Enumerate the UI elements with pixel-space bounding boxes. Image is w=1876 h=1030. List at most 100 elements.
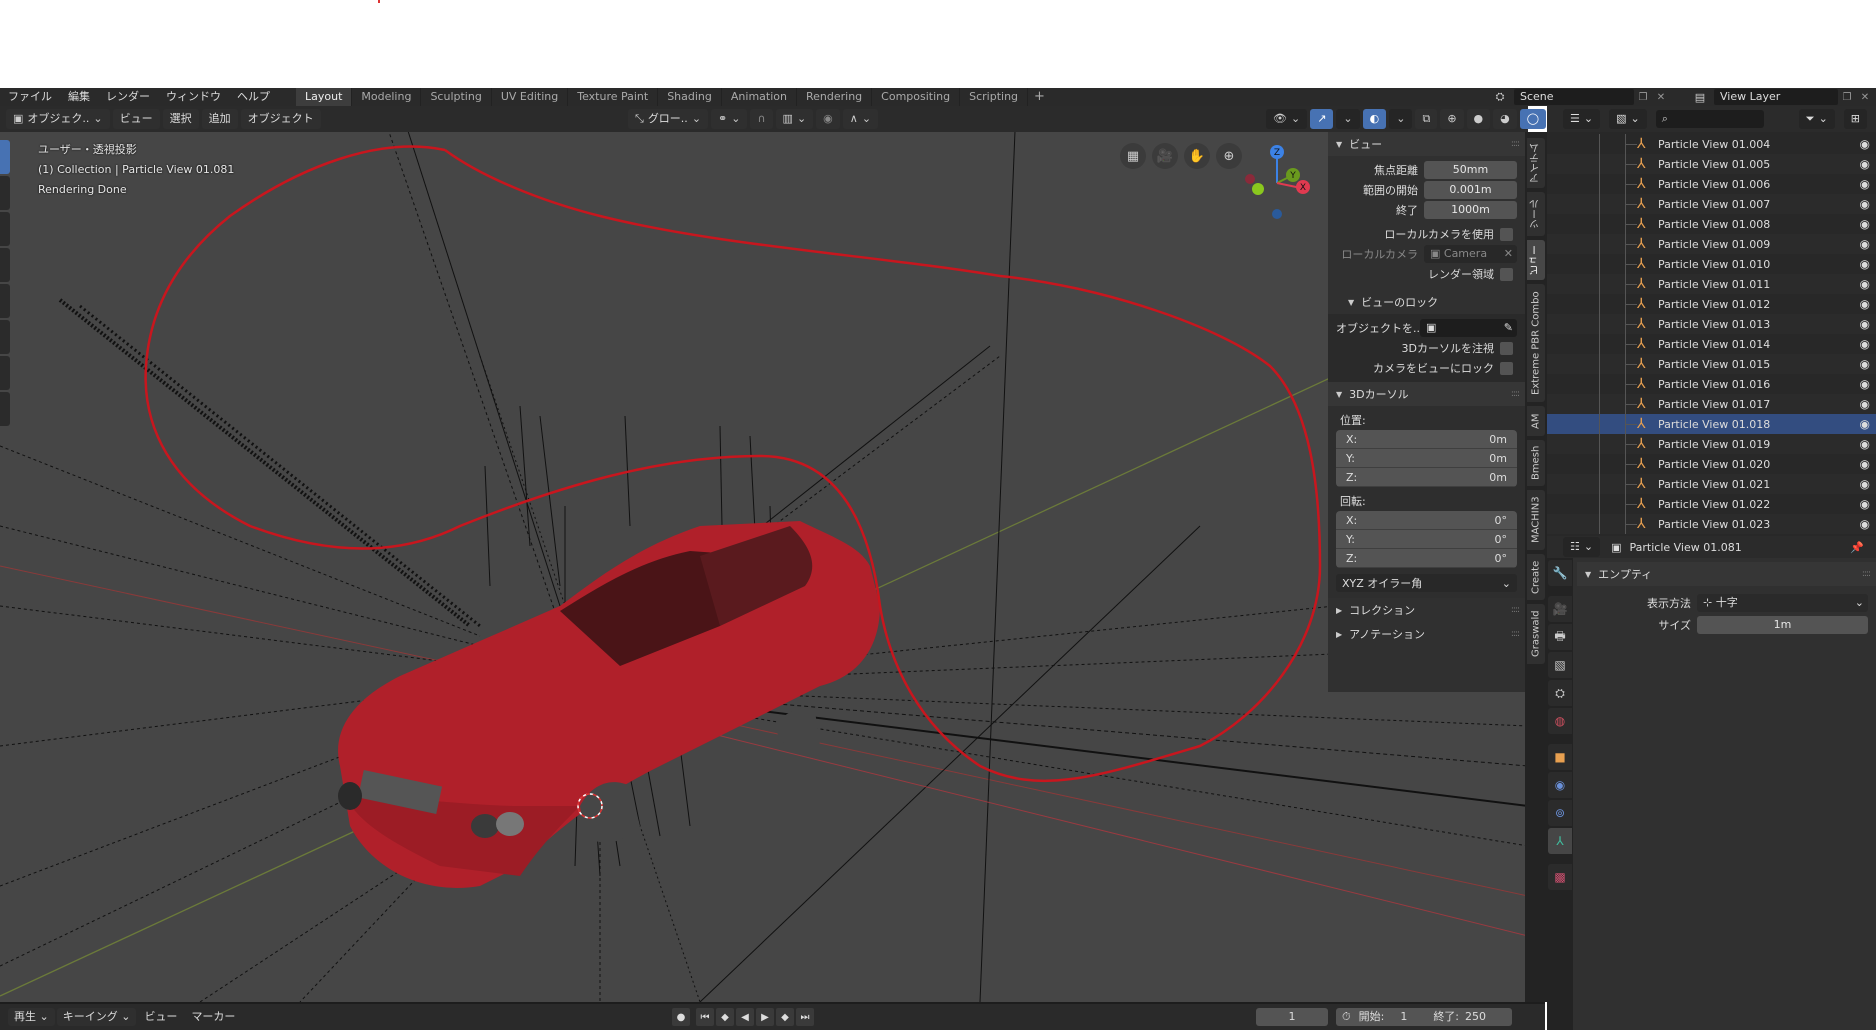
object-tab[interactable]: ■: [1548, 744, 1572, 770]
outliner-row[interactable]: ⅄ Particle View 01.005 ◉: [1547, 154, 1876, 174]
eye-icon[interactable]: ◉: [1860, 377, 1870, 391]
eye-icon[interactable]: ◉: [1860, 417, 1870, 431]
outliner-row[interactable]: ⅄ Particle View 01.017 ◉: [1547, 394, 1876, 414]
pin-icon[interactable]: 📌: [1850, 541, 1864, 554]
rotation-mode-dropdown[interactable]: XYZ オイラー角 ⌄: [1336, 574, 1517, 592]
side-tab-item[interactable]: アイテム: [1527, 138, 1545, 188]
drag-grip-icon[interactable]: ::::: [1511, 389, 1520, 399]
clip-start-field[interactable]: 0.001m: [1424, 181, 1517, 199]
tab-shading[interactable]: Shading: [658, 88, 722, 106]
eye-icon[interactable]: ◉: [1860, 337, 1870, 351]
tab-sculpting[interactable]: Sculpting: [421, 88, 492, 106]
tab-compositing[interactable]: Compositing: [872, 88, 961, 106]
next-keyframe-icon[interactable]: ◆: [776, 1008, 794, 1026]
size-field[interactable]: 1m: [1697, 616, 1868, 634]
pan-hand-icon[interactable]: ✋: [1184, 143, 1210, 169]
falloff-dropdown[interactable]: ∧ ⌄: [842, 109, 879, 129]
tool-annotate[interactable]: [0, 356, 10, 390]
location-x-field[interactable]: X: 0m: [1336, 430, 1517, 449]
clear-icon[interactable]: ✕: [1504, 245, 1513, 263]
lock-cursor-checkbox[interactable]: [1500, 341, 1513, 355]
view-lock-header[interactable]: ▼ ビューのロック: [1328, 290, 1525, 314]
outliner-row[interactable]: ⅄ Particle View 01.011 ◉: [1547, 274, 1876, 294]
menu-render[interactable]: レンダー: [98, 88, 158, 106]
filter-view-dropdown[interactable]: ▧ ⌄: [1609, 109, 1647, 129]
pivot-point-dropdown[interactable]: ⚭ ⌄: [711, 109, 748, 129]
clip-end-field[interactable]: 1000m: [1424, 201, 1517, 219]
menu-edit[interactable]: 編集: [60, 88, 98, 106]
tab-rendering[interactable]: Rendering: [796, 88, 873, 106]
outliner-row[interactable]: ⅄ Particle View 01.012 ◉: [1547, 294, 1876, 314]
menu-window[interactable]: ウィンドウ: [158, 88, 229, 106]
object-data-tab[interactable]: ⅄: [1548, 828, 1572, 854]
new-scene-icon[interactable]: ❐: [1634, 89, 1652, 105]
eyedropper-icon[interactable]: ✎: [1504, 319, 1513, 337]
outliner-row[interactable]: ⅄ Particle View 01.014 ◉: [1547, 334, 1876, 354]
camera-view-icon[interactable]: 🎥: [1152, 143, 1178, 169]
overlay-toggle[interactable]: ◐: [1362, 109, 1387, 129]
constraints-tab[interactable]: ⊚: [1548, 800, 1572, 826]
outliner-row[interactable]: ⅄ Particle View 01.013 ◉: [1547, 314, 1876, 334]
side-tab-am[interactable]: AM: [1527, 406, 1545, 436]
world-tab[interactable]: ◍: [1548, 708, 1572, 734]
solid-shading-button[interactable]: ●: [1466, 109, 1491, 129]
add-workspace-button[interactable]: +: [1028, 88, 1051, 106]
outliner-row[interactable]: ⅄ Particle View 01.020 ◉: [1547, 454, 1876, 474]
eye-icon[interactable]: ◉: [1860, 277, 1870, 291]
display-as-dropdown[interactable]: ⊹ 十字 ⌄: [1697, 594, 1868, 612]
side-tab-view[interactable]: ビュー: [1527, 240, 1545, 280]
eye-icon[interactable]: ◉: [1860, 517, 1870, 531]
xray-toggle[interactable]: ⧉: [1415, 109, 1438, 129]
3d-viewport[interactable]: [0, 106, 1528, 1002]
menu-view[interactable]: ビュー: [112, 109, 160, 129]
empty-panel-header[interactable]: ▼ エンプティ::::: [1577, 562, 1876, 586]
eye-icon[interactable]: ◉: [1860, 177, 1870, 191]
render-tab[interactable]: 🎥: [1548, 596, 1572, 622]
eye-icon[interactable]: ◉: [1860, 217, 1870, 231]
timeline-view-menu[interactable]: ビュー: [138, 1008, 183, 1026]
eye-icon[interactable]: ◉: [1860, 317, 1870, 331]
mode-selector[interactable]: ▣ オブジェク.. ⌄: [6, 109, 110, 129]
tool-move[interactable]: [0, 212, 10, 246]
outliner-row[interactable]: ⅄ Particle View 01.006 ◉: [1547, 174, 1876, 194]
view-panel-header[interactable]: ▼ ビュー::::: [1328, 132, 1525, 156]
rendered-shading-button[interactable]: ◯: [1519, 109, 1547, 129]
outliner-search-input[interactable]: ⌕: [1655, 110, 1764, 128]
snap-toggle[interactable]: ∩: [750, 109, 773, 129]
menu-help[interactable]: ヘルプ: [229, 88, 278, 106]
tool-scale[interactable]: [0, 284, 10, 318]
rotation-y-field[interactable]: Y: 0°: [1336, 530, 1517, 549]
use-local-camera-checkbox[interactable]: [1500, 227, 1513, 241]
scene-name-field[interactable]: Scene: [1514, 89, 1634, 105]
lock-camera-checkbox[interactable]: [1500, 361, 1513, 375]
view-layer-icon[interactable]: ▤: [1686, 91, 1714, 104]
display-mode-dropdown[interactable]: ☰ ⌄: [1563, 109, 1601, 129]
side-tab-graswald[interactable]: Graswald: [1527, 604, 1545, 664]
delete-view-layer-icon[interactable]: ✕: [1856, 89, 1874, 105]
focal-length-field[interactable]: 50mm: [1424, 161, 1517, 179]
menu-object[interactable]: オブジェクト: [240, 109, 321, 129]
side-tab-tool[interactable]: ツール: [1527, 192, 1545, 236]
texture-tab[interactable]: ▩: [1548, 864, 1572, 890]
drag-grip-icon[interactable]: ::::: [1511, 605, 1520, 615]
outliner-row[interactable]: ⅄ Particle View 01.019 ◉: [1547, 434, 1876, 454]
transform-orientation-dropdown[interactable]: ⤡ グロー.. ⌄: [628, 109, 709, 129]
eye-icon[interactable]: ◉: [1860, 237, 1870, 251]
eye-icon[interactable]: ◉: [1860, 357, 1870, 371]
wireframe-shading-button[interactable]: ⊕: [1440, 109, 1464, 129]
playback-menu[interactable]: 再生 ⌄: [8, 1008, 55, 1026]
physics-tab[interactable]: ◉: [1548, 772, 1572, 798]
location-z-field[interactable]: Z: 0m: [1336, 468, 1517, 487]
outliner-row[interactable]: ⅄ Particle View 01.023 ◉: [1547, 514, 1876, 534]
eye-icon[interactable]: ◉: [1860, 437, 1870, 451]
cursor-panel-header[interactable]: ▼ 3Dカーソル::::: [1328, 382, 1525, 406]
tool-rotate[interactable]: [0, 248, 10, 282]
eye-icon[interactable]: ◉: [1860, 297, 1870, 311]
snap-target-dropdown[interactable]: ▥ ⌄: [775, 109, 814, 129]
view-layer-field[interactable]: View Layer: [1714, 89, 1838, 105]
scene-tab[interactable]: ⛭: [1548, 680, 1572, 706]
drag-grip-icon[interactable]: ::::: [1511, 629, 1520, 639]
tool-measure[interactable]: [0, 392, 10, 426]
side-tab-create[interactable]: Create: [1527, 554, 1545, 600]
tab-texture-paint[interactable]: Texture Paint: [568, 88, 659, 106]
